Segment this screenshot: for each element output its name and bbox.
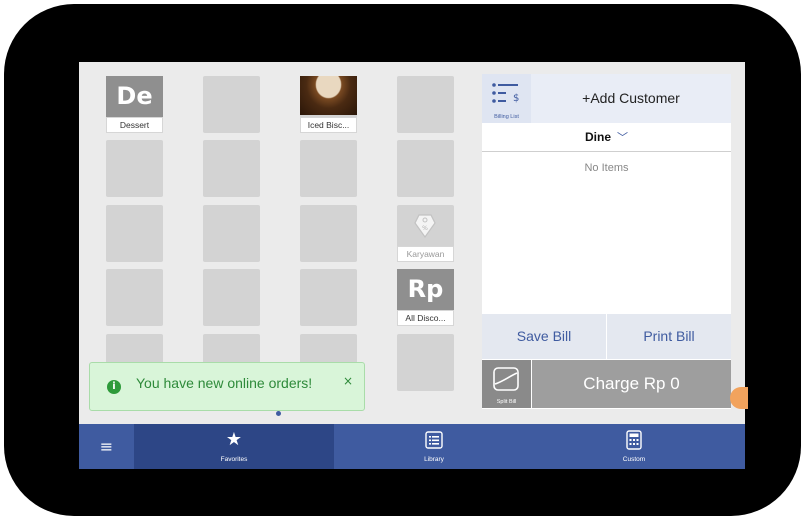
tile-label: Dessert xyxy=(106,117,163,133)
coffee-image xyxy=(300,76,357,115)
svg-text:%: % xyxy=(422,225,428,232)
svg-text:$: $ xyxy=(513,93,519,104)
billing-list-icon: $ xyxy=(492,83,519,104)
item-tile-discount[interactable]: Rp All Disco... xyxy=(397,269,454,326)
empty-tile[interactable] xyxy=(106,205,163,262)
empty-tile[interactable] xyxy=(397,76,454,133)
empty-order-text: No Items xyxy=(584,162,629,174)
tab-label: Favorites xyxy=(220,456,248,463)
tab-label: Library xyxy=(424,456,444,463)
bottom-nav: ≡ ★ Favorites Library Custom xyxy=(79,424,745,469)
split-bill-button[interactable]: Split Bill xyxy=(482,360,531,408)
dine-option-label: Dine xyxy=(584,130,611,144)
bill-actions: Save Bill Print Bill xyxy=(482,314,731,359)
item-tile-karyawan[interactable]: % Karyawan xyxy=(397,205,454,262)
close-icon[interactable]: × xyxy=(343,374,353,388)
item-tile-dessert[interactable]: De Dessert xyxy=(106,76,163,133)
empty-tile[interactable] xyxy=(203,205,260,262)
info-icon: i xyxy=(107,380,121,394)
menu-icon[interactable]: ≡ xyxy=(79,424,134,469)
device-frame: De Dessert Iced Bisc... % Karyawan Rp Al… xyxy=(4,4,801,516)
empty-tile[interactable] xyxy=(397,334,454,391)
empty-tile[interactable] xyxy=(203,269,260,326)
billing-list-button[interactable]: $ Billing List xyxy=(482,74,531,123)
empty-tile[interactable] xyxy=(203,140,260,197)
empty-tile[interactable] xyxy=(106,140,163,197)
tile-label: Karyawan xyxy=(397,246,454,262)
tab-custom[interactable]: Custom xyxy=(534,424,734,469)
billing-list-label: Billing List xyxy=(494,114,519,120)
charge-button[interactable]: Charge Rp 0 xyxy=(532,360,731,408)
discount-tag-icon: % xyxy=(414,214,436,239)
online-orders-toast[interactable]: i You have new online orders! × xyxy=(89,362,365,411)
empty-tile[interactable] xyxy=(300,269,357,326)
print-bill-button[interactable]: Print Bill xyxy=(607,314,731,359)
split-bill-label: Split Bill xyxy=(496,399,517,405)
tile-abbreviation: De xyxy=(106,76,163,117)
empty-tile[interactable] xyxy=(300,140,357,197)
empty-tile[interactable] xyxy=(106,269,163,326)
empty-tile[interactable] xyxy=(397,140,454,197)
item-tile-iced[interactable]: Iced Bisc... xyxy=(300,76,357,133)
empty-tile[interactable] xyxy=(203,76,260,133)
list-icon xyxy=(425,431,443,449)
dine-option-dropdown[interactable]: Dine ﹀ xyxy=(482,123,731,152)
save-bill-button[interactable]: Save Bill xyxy=(482,314,606,359)
star-icon: ★ xyxy=(225,429,243,450)
pos-screen: De Dessert Iced Bisc... % Karyawan Rp Al… xyxy=(79,62,745,469)
tab-label: Custom xyxy=(622,456,646,463)
tile-label: All Disco... xyxy=(397,310,454,326)
floating-bubble[interactable] xyxy=(730,387,748,409)
toast-message: You have new online orders! xyxy=(136,375,313,391)
add-customer-button[interactable]: +Add Customer xyxy=(531,74,731,123)
calculator-icon xyxy=(626,430,642,450)
tile-label: Iced Bisc... xyxy=(300,117,357,133)
chevron-down-icon: ﹀ xyxy=(617,132,628,144)
tile-abbreviation: Rp xyxy=(397,269,454,310)
tab-favorites[interactable]: ★ Favorites xyxy=(134,424,334,469)
page-indicator-dot xyxy=(276,411,281,416)
split-bill-icon xyxy=(493,367,519,391)
empty-tile[interactable] xyxy=(300,205,357,262)
tab-library[interactable]: Library xyxy=(334,424,534,469)
